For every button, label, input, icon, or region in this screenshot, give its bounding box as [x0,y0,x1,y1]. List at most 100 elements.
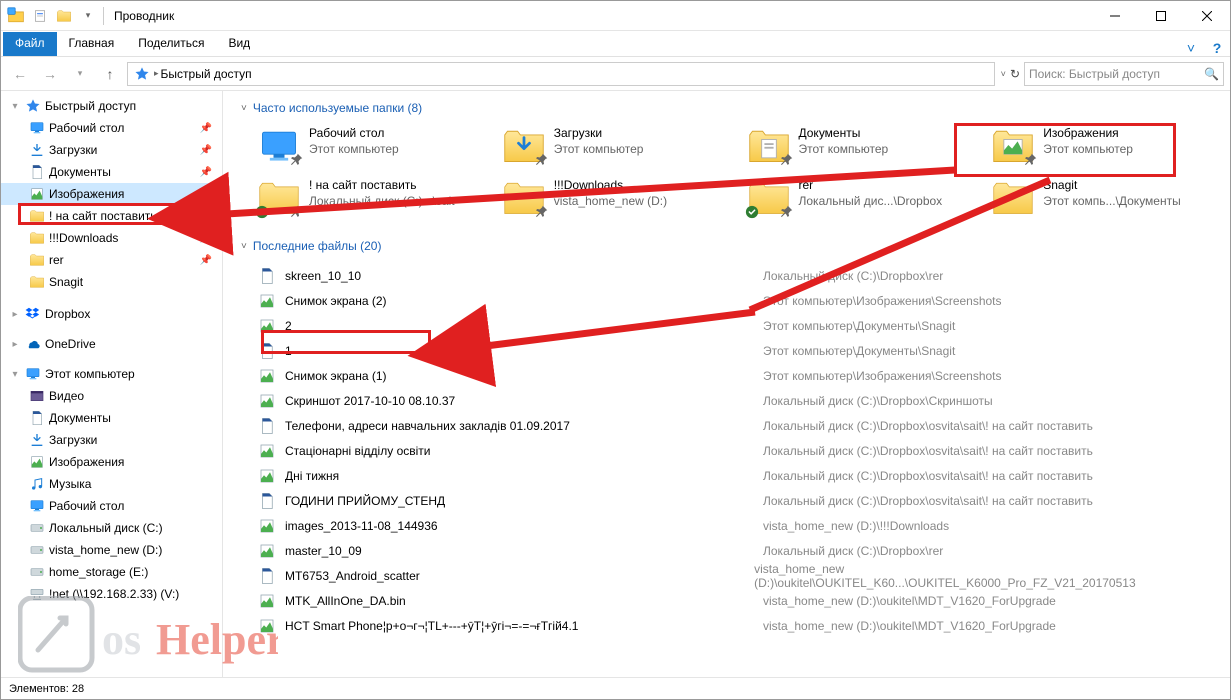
folder-item[interactable]: Snagit Этот компь...\Документы [991,177,1220,221]
sidebar-this-pc[interactable]: ▾Этот компьютер [1,363,222,385]
file-name: 1 [285,344,755,358]
ribbon-help-icon[interactable]: ? [1204,40,1230,56]
sidebar-item-site[interactable]: ! на сайт поставить📌 [1,205,222,227]
maximize-button[interactable] [1138,1,1184,31]
content-pane[interactable]: ˅ Часто используемые папки (8) Рабочий с… [223,91,1230,677]
folder-icon [29,230,45,246]
folder-item[interactable]: Загрузки Этот компьютер [502,125,731,169]
section-frequent-folders[interactable]: ˅ Часто используемые папки (8) [233,95,1220,125]
sidebar-item-desktop[interactable]: Рабочий стол📌 [1,117,222,139]
nav-recent-dropdown[interactable]: ▾ [67,61,93,87]
file-row[interactable]: MTK_AllInOne_DA.bin vista_home_new (D:)\… [257,588,1220,613]
file-name: Снимок экрана (2) [285,294,755,308]
folder-icon [29,252,45,268]
section-recent-files[interactable]: ˅ Последние файлы (20) [233,233,1220,263]
chevron-right-icon[interactable]: ▸ [9,339,21,350]
folder-title: Документы [799,125,889,141]
folder-item[interactable]: ! на сайт поставить Локальный диск (C:).… [257,177,486,221]
sidebar-item-cdrive[interactable]: Локальный диск (C:) [1,517,222,539]
chevron-right-icon[interactable]: ▸ [9,309,21,320]
sidebar-item-vhome[interactable]: vista_home_new (D:) [1,539,222,561]
sidebar-item-dl2[interactable]: Загрузки [1,429,222,451]
navigation-pane[interactable]: ▾ Быстрый доступ Рабочий стол📌 Загрузки📌… [1,91,223,677]
search-input[interactable]: Поиск: Быстрый доступ 🔍 [1024,62,1224,86]
address-dropdown-icon[interactable]: ˅ [1001,69,1006,79]
file-row[interactable]: 1 Этот компьютер\Документы\Snagit [257,338,1220,363]
file-row[interactable]: master_10_09 Локальный диск (C:)\Dropbox… [257,538,1220,563]
star-icon [134,66,150,82]
file-icon [258,417,276,435]
sidebar-item-music[interactable]: Музыка [1,473,222,495]
downloads-icon [29,432,45,448]
desktop-icon [29,120,45,136]
file-row[interactable]: ГОДИНИ ПРИЙОМУ_СТЕНД Локальный диск (C:)… [257,488,1220,513]
sidebar-item-label: Музыка [49,477,91,491]
sidebar-quick-access[interactable]: ▾ Быстрый доступ [1,95,222,117]
breadcrumb-segment[interactable]: Быстрый доступ [161,67,252,81]
file-row[interactable]: MT6753_Android_scatter vista_home_new (D… [257,563,1220,588]
address-breadcrumb[interactable]: ▸ Быстрый доступ [127,62,995,86]
sidebar-item-label: OneDrive [45,337,96,351]
file-row[interactable]: Телефони, адреси навчальних закладів 01.… [257,413,1220,438]
file-row[interactable]: Снимок экрана (2) Этот компьютер\Изображ… [257,288,1220,313]
qat-dropdown-icon[interactable]: ▾ [77,5,99,27]
file-row[interactable]: Снимок экрана (1) Этот компьютер\Изображ… [257,363,1220,388]
close-button[interactable] [1184,1,1230,31]
sidebar-item-downloads[interactable]: Загрузки📌 [1,139,222,161]
sidebar-dropbox[interactable]: ▸Dropbox [1,303,222,325]
folder-item[interactable]: Рабочий стол Этот компьютер [257,125,486,169]
folder-item[interactable]: !!!Downloads vista_home_new (D:) [502,177,731,221]
sidebar-item-documents[interactable]: Документы📌 [1,161,222,183]
folder-subtitle: Этот компьютер [1043,141,1133,157]
sidebar-item-label: !net (\\192.168.2.33) (V:) [49,587,179,601]
sidebar-item-label: Изображения [49,455,124,469]
sidebar-onedrive[interactable]: ▸ OneDrive [1,333,222,355]
chevron-down-icon[interactable]: ▾ [9,369,21,380]
file-icon [258,592,276,610]
sidebar-item-snagit[interactable]: Snagit [1,271,222,293]
sidebar-item-docs2[interactable]: Документы [1,407,222,429]
folder-item[interactable]: rer Локальный дис...\Dropbox [747,177,976,221]
ribbon-tab-home[interactable]: Главная [57,32,127,56]
app-icon [5,5,27,27]
sidebar-item-img2[interactable]: Изображения [1,451,222,473]
chevron-down-icon[interactable]: ˅ [241,241,247,252]
file-row[interactable]: HCT Smart Phone¦p+о¬г¬¦TL+---+ӯT¦+ӯгі¬=-… [257,613,1220,638]
file-row[interactable]: skreen_10_10 Локальный диск (C:)\Dropbox… [257,263,1220,288]
file-row[interactable]: Скриншот 2017-10-10 08.10.37 Локальный д… [257,388,1220,413]
folder-item[interactable]: Изображения Этот компьютер [991,125,1220,169]
file-icon [258,292,276,310]
qat-newfolder-icon[interactable] [53,5,75,27]
file-row[interactable]: Стаціонарні відділу освіти Локальный дис… [257,438,1220,463]
refresh-button[interactable]: ↻ [1010,67,1020,81]
ribbon-tab-file[interactable]: Файл [3,32,57,56]
folder-item[interactable]: Документы Этот компьютер [747,125,976,169]
file-row[interactable]: 2 Этот компьютер\Документы\Snagit [257,313,1220,338]
file-row[interactable]: Дні тижня Локальный диск (C:)\Dropbox\os… [257,463,1220,488]
chevron-down-icon[interactable]: ▾ [9,101,21,112]
file-path: Локальный диск (C:)\Dropbox\osvita\sait\… [763,444,1093,458]
file-path: vista_home_new (D:)\oukitel\MDT_V1620_Fo… [763,594,1056,608]
nav-back-button[interactable]: ← [7,61,33,87]
file-row[interactable]: images_2013-11-08_144936 vista_home_new … [257,513,1220,538]
sidebar-item-label: Документы [49,165,111,179]
chevron-down-icon[interactable]: ˅ [241,103,247,114]
sidebar-item-rer[interactable]: rer📌 [1,249,222,271]
sidebar-item-downloads-dir[interactable]: !!!Downloads📌 [1,227,222,249]
sidebar-item-hstore[interactable]: home_storage (E:) [1,561,222,583]
sidebar-item-desk2[interactable]: Рабочий стол [1,495,222,517]
minimize-button[interactable] [1092,1,1138,31]
ribbon-expand-icon[interactable]: ˅ [1178,40,1204,56]
ribbon-tab-share[interactable]: Поделиться [126,32,216,56]
nav-forward-button[interactable]: → [37,61,63,87]
sidebar-item-netv[interactable]: !net (\\192.168.2.33) (V:) [1,583,222,605]
nav-up-button[interactable]: ↑ [97,61,123,87]
ribbon-tab-view[interactable]: Вид [216,32,262,56]
file-icon [258,317,276,335]
file-name: images_2013-11-08_144936 [285,519,755,533]
sidebar-item-video[interactable]: Видео [1,385,222,407]
qat-properties-icon[interactable] [29,5,51,27]
folder-subtitle: Локальный диск (C:)...\sait [309,193,455,209]
sidebar-item-label: home_storage (E:) [49,565,148,579]
sidebar-item-pictures[interactable]: Изображения📌 [1,183,222,205]
